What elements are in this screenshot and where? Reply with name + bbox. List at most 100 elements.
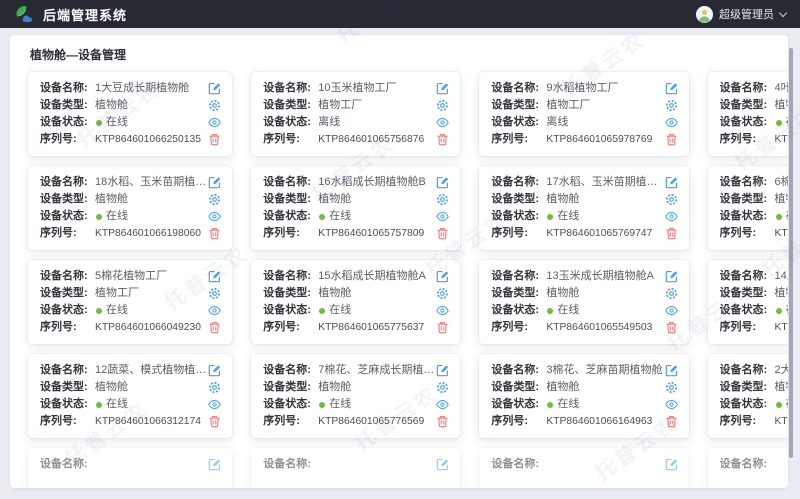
card-fields: 设备名称: 14玉米成长期植物舱B 设备类型: 植物舱 设备状态: 在线 序列号…: [720, 269, 789, 335]
device-type-label: 设备类型:: [40, 380, 95, 395]
delete-trash-icon[interactable]: [208, 133, 221, 146]
delete-trash-icon[interactable]: [436, 415, 449, 428]
serial-label: 序列号:: [40, 226, 95, 241]
view-eye-icon[interactable]: [208, 304, 221, 317]
edit-icon[interactable]: [436, 458, 449, 471]
card-actions: [206, 457, 223, 488]
device-type-value: 植物舱: [546, 286, 579, 301]
scrollbar-thumb[interactable]: [789, 48, 793, 458]
delete-trash-icon[interactable]: [208, 321, 221, 334]
edit-icon[interactable]: [436, 364, 449, 377]
device-name-value: 2大豆苗期植物舱: [775, 363, 789, 378]
card-actions: [663, 269, 680, 335]
settings-gear-icon[interactable]: [665, 287, 678, 300]
view-eye-icon[interactable]: [436, 398, 449, 411]
serial-label: 序列号:: [720, 132, 775, 147]
view-eye-icon[interactable]: [436, 210, 449, 223]
edit-icon[interactable]: [208, 364, 221, 377]
settings-gear-icon[interactable]: [665, 99, 678, 112]
device-status-row: 设备状态: 离线: [491, 115, 662, 130]
device-name-label: 设备名称:: [491, 457, 546, 472]
edit-icon[interactable]: [665, 176, 678, 189]
card-fields: 设备名称:: [263, 457, 434, 488]
view-eye-icon[interactable]: [665, 304, 678, 317]
settings-gear-icon[interactable]: [665, 381, 678, 394]
device-type-row: 设备类型: 植物舱: [491, 380, 662, 395]
device-name-value: 4叶菜植物工厂: [775, 81, 789, 96]
delete-trash-icon[interactable]: [665, 133, 678, 146]
device-card: 设备名称: 17水稻、玉米苗期植… 设备类型: 植物舱 设备状态: 在线 序列号…: [479, 166, 688, 250]
edit-icon[interactable]: [208, 176, 221, 189]
device-status-value: 在线: [786, 303, 789, 318]
user-menu[interactable]: 超级管理员: [696, 6, 786, 23]
edit-icon[interactable]: [208, 458, 221, 471]
device-card: 设备名称: 6棉花植物工厂 设备类型: 植物工厂 设备状态: 在线 序列号: K…: [708, 166, 789, 250]
view-eye-icon[interactable]: [665, 210, 678, 223]
edit-icon[interactable]: [436, 270, 449, 283]
view-eye-icon[interactable]: [436, 116, 449, 129]
serial-value: KTP864601065775637: [318, 320, 424, 335]
device-type-value: 植物工厂: [318, 98, 362, 113]
device-name-row: 设备名称: 10玉米植物工厂: [263, 81, 434, 96]
card-actions: [663, 175, 680, 241]
view-eye-icon[interactable]: [208, 116, 221, 129]
delete-trash-icon[interactable]: [665, 227, 678, 240]
device-type-label: 设备类型:: [40, 98, 95, 113]
delete-trash-icon[interactable]: [436, 321, 449, 334]
edit-icon[interactable]: [208, 82, 221, 95]
serial-value: KTP864601065769747: [546, 226, 652, 241]
page-title: 植物舱—设备管理: [30, 46, 768, 63]
delete-trash-icon[interactable]: [665, 321, 678, 334]
edit-icon[interactable]: [665, 270, 678, 283]
device-name-row: 设备名称:: [491, 457, 662, 472]
delete-trash-icon[interactable]: [436, 133, 449, 146]
edit-icon[interactable]: [665, 458, 678, 471]
device-status-label: 设备状态:: [720, 303, 775, 318]
user-name: 超级管理员: [719, 6, 774, 22]
settings-gear-icon[interactable]: [436, 287, 449, 300]
serial-label: 序列号:: [40, 414, 95, 429]
device-card: 设备名称: 4叶菜植物工厂 设备类型: 植物工厂 设备状态: 在线 序列号: K…: [708, 72, 789, 156]
serial-label: 序列号:: [720, 226, 775, 241]
delete-trash-icon[interactable]: [208, 415, 221, 428]
device-status-row: 设备状态: 在线: [40, 397, 206, 412]
settings-gear-icon[interactable]: [208, 99, 221, 112]
device-name-label: 设备名称:: [40, 269, 95, 284]
device-status-value: 在线: [557, 303, 579, 318]
serial-row: 序列号: KTP864601065769747: [491, 226, 662, 241]
device-type-row: 设备类型: 植物舱: [40, 98, 206, 113]
device-card: 设备名称: 1大豆成长期植物舱 设备类型: 植物舱 设备状态: 在线 序列号: …: [28, 72, 232, 156]
settings-gear-icon[interactable]: [436, 193, 449, 206]
device-status-label: 设备状态:: [263, 115, 318, 130]
settings-gear-icon[interactable]: [436, 99, 449, 112]
device-status-value: 在线: [329, 209, 351, 224]
settings-gear-icon[interactable]: [208, 381, 221, 394]
view-eye-icon[interactable]: [665, 398, 678, 411]
device-type-value: 植物舱: [95, 98, 128, 113]
view-eye-icon[interactable]: [436, 304, 449, 317]
edit-icon[interactable]: [436, 82, 449, 95]
delete-trash-icon[interactable]: [665, 415, 678, 428]
view-eye-icon[interactable]: [208, 398, 221, 411]
device-name-label: 设备名称:: [720, 81, 775, 96]
edit-icon[interactable]: [208, 270, 221, 283]
card-actions: [206, 81, 223, 147]
settings-gear-icon[interactable]: [208, 193, 221, 206]
edit-icon[interactable]: [665, 364, 678, 377]
delete-trash-icon[interactable]: [208, 227, 221, 240]
view-eye-icon[interactable]: [208, 210, 221, 223]
view-eye-icon[interactable]: [665, 116, 678, 129]
settings-gear-icon[interactable]: [436, 381, 449, 394]
settings-gear-icon[interactable]: [208, 287, 221, 300]
device-type-row: 设备类型: 植物舱: [263, 380, 434, 395]
card-fields: 设备名称:: [40, 457, 206, 488]
edit-icon[interactable]: [436, 176, 449, 189]
device-status-row: 设备状态: 离线: [263, 115, 434, 130]
device-card: 设备名称: 3棉花、芝麻苗期植物舱 设备类型: 植物舱 设备状态: 在线 序列号…: [479, 354, 688, 438]
settings-gear-icon[interactable]: [665, 193, 678, 206]
serial-row: 序列号: KTP864601066164963: [491, 414, 662, 429]
edit-icon[interactable]: [665, 82, 678, 95]
device-name-row: 设备名称: 1大豆成长期植物舱: [40, 81, 206, 96]
device-type-row: 设备类型: 植物工厂: [720, 192, 789, 207]
delete-trash-icon[interactable]: [436, 227, 449, 240]
